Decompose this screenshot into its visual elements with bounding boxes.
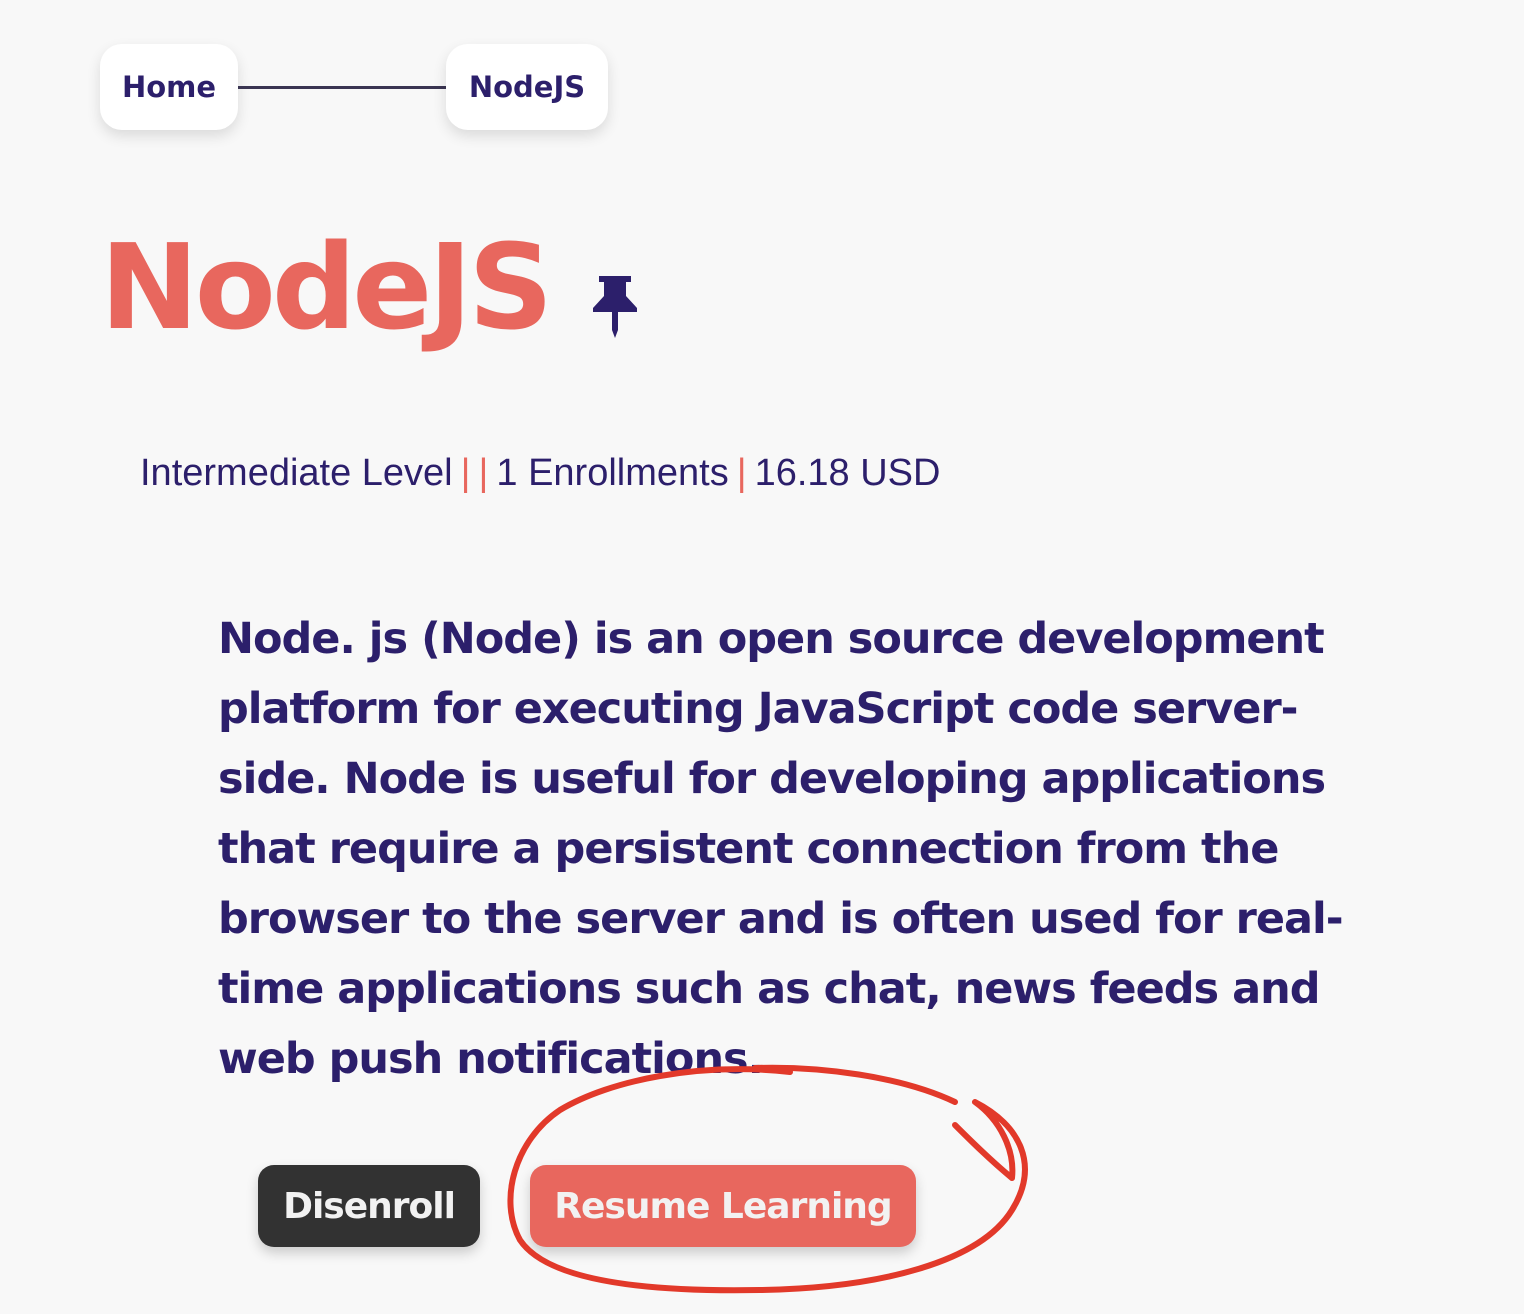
page-title: NodeJS (100, 218, 553, 356)
meta-separator: | (460, 452, 471, 494)
course-meta: Intermediate Level | | 1 Enrollments | 16.18 … (140, 452, 940, 495)
breadcrumb: Home NodeJS (100, 44, 610, 132)
resume-learning-button[interactable]: Resume Learning (530, 1165, 916, 1247)
breadcrumb-current[interactable]: NodeJS (446, 44, 608, 130)
breadcrumb-connector (238, 86, 446, 89)
course-price: 16.18 USD (754, 452, 941, 494)
meta-separator: | (736, 452, 747, 494)
breadcrumb-home[interactable]: Home (100, 44, 238, 130)
course-enrollments: 1 Enrollments (496, 452, 729, 494)
pin-icon[interactable] (589, 274, 641, 340)
course-description: Node. js (Node) is an open source develo… (218, 614, 1344, 1084)
meta-separator: | (478, 452, 489, 494)
course-level: Intermediate Level (140, 452, 453, 494)
title-row: NodeJS (100, 212, 641, 362)
disenroll-button[interactable]: Disenroll (258, 1165, 480, 1247)
